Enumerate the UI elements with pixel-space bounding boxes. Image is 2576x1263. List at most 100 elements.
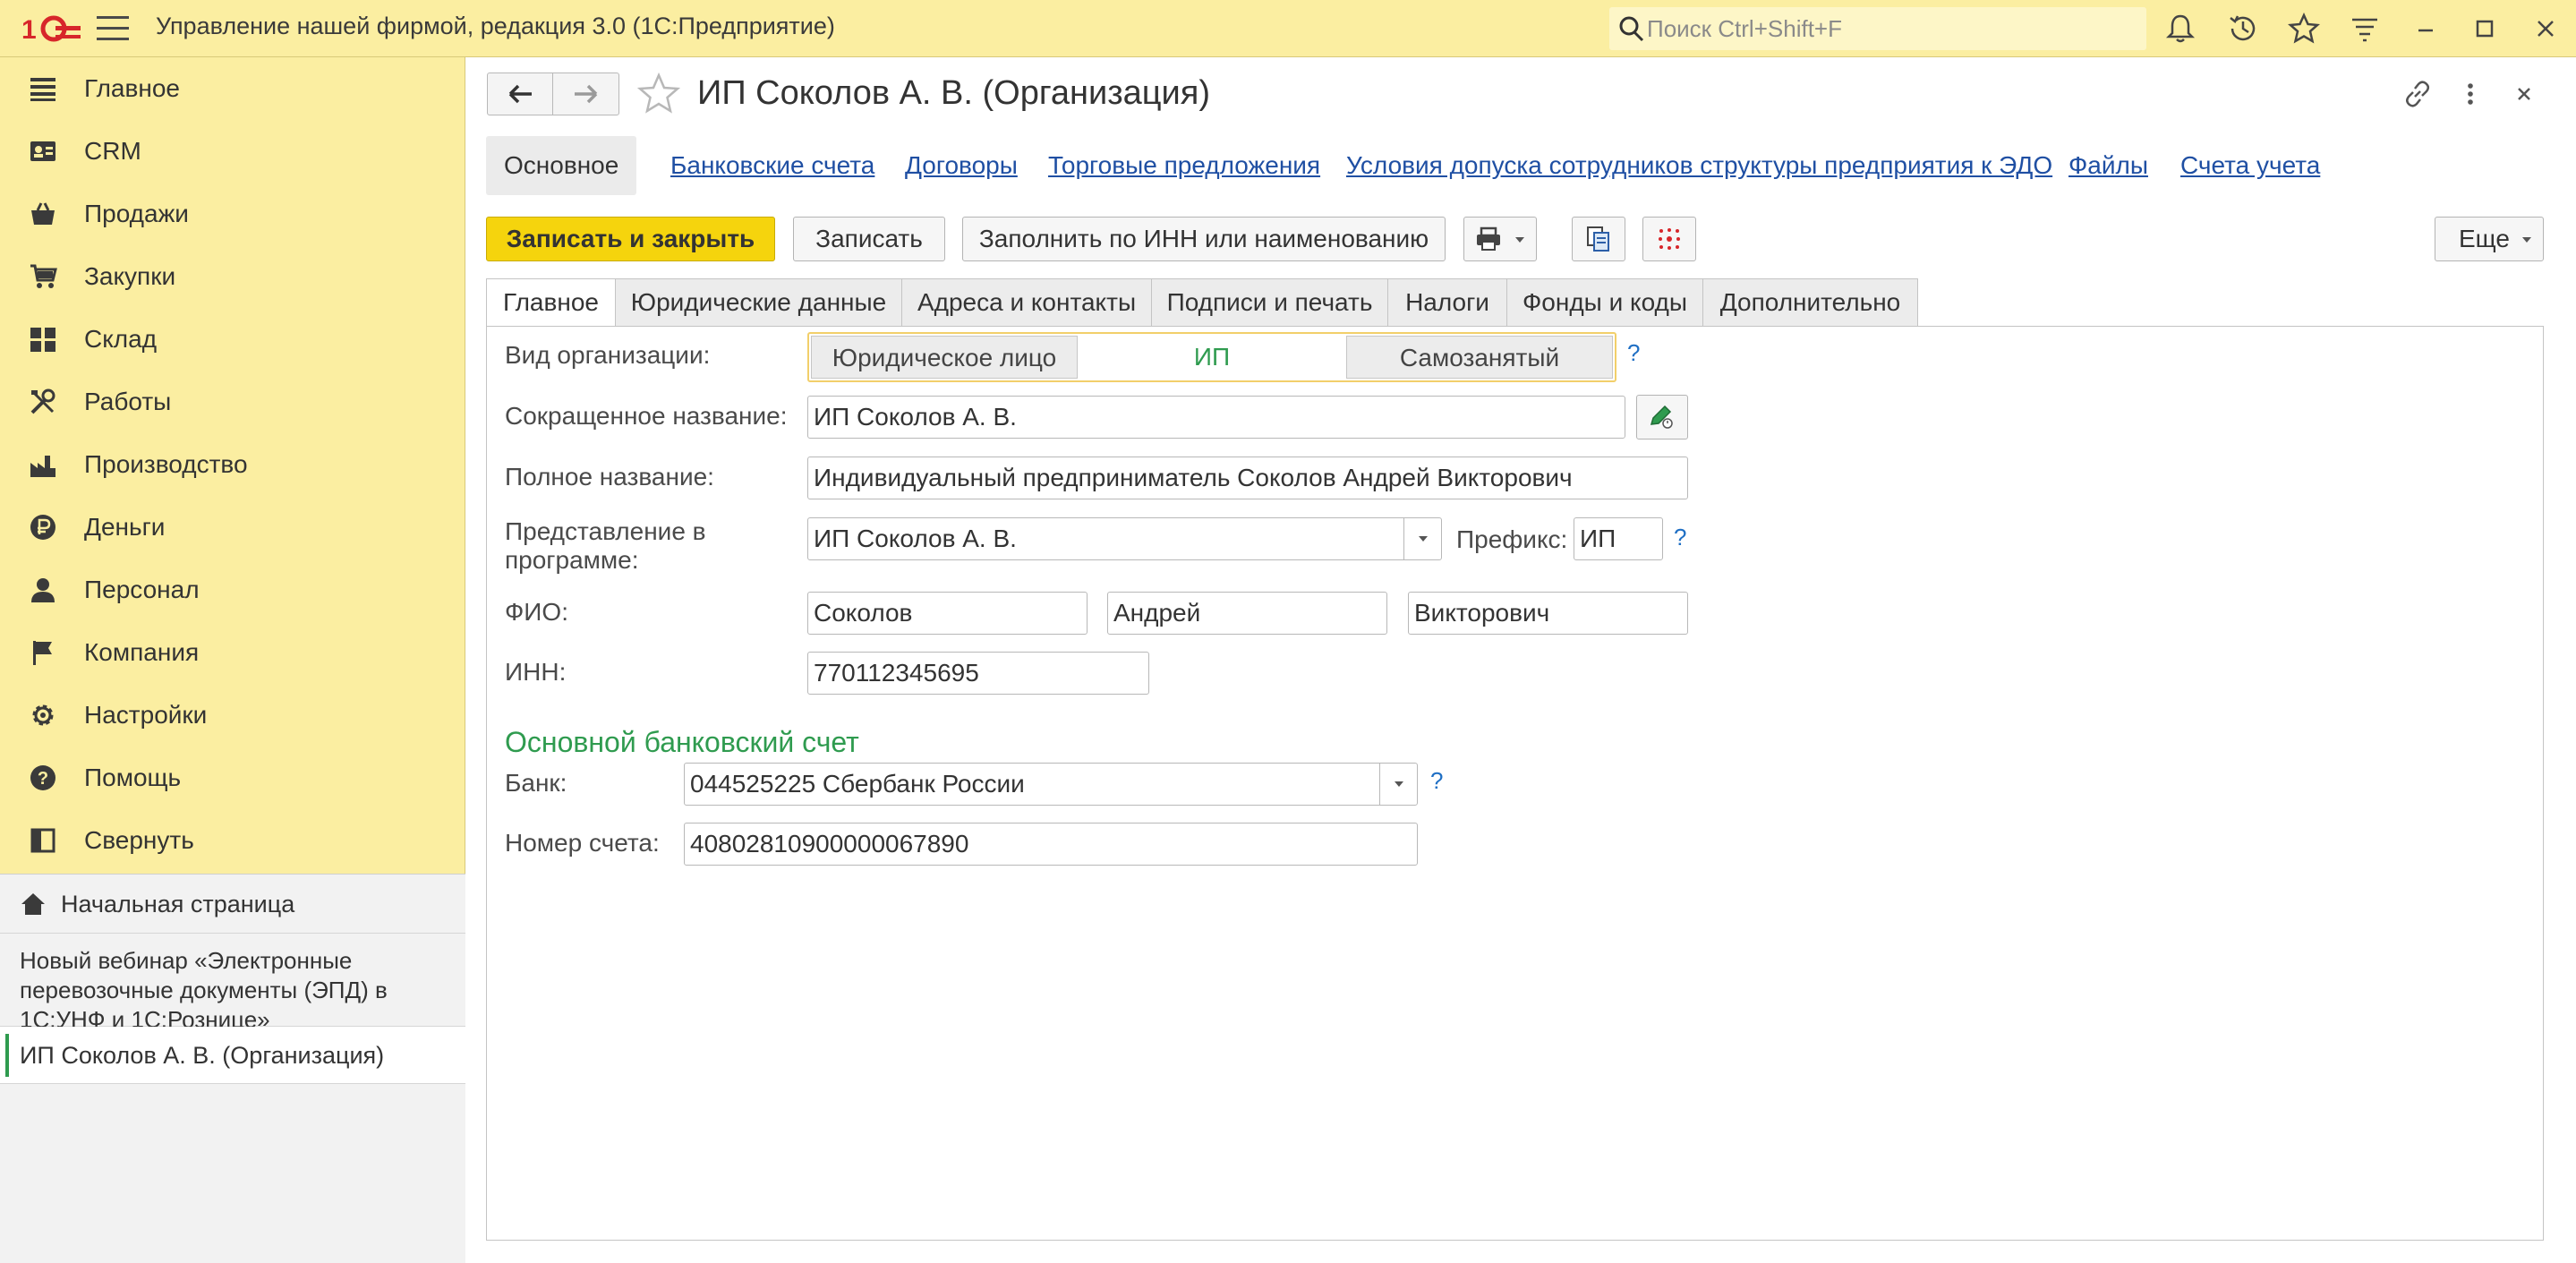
sidebar-item-label: CRM	[84, 137, 141, 165]
crm-icon	[30, 141, 55, 161]
tab-panel-main: Вид организации: Юридическое лицо ИП Сам…	[486, 326, 2544, 1241]
prefix-label: Префикс:	[1456, 525, 1568, 553]
search-icon	[1619, 16, 1644, 42]
history-icon[interactable]	[2227, 13, 2259, 45]
sidebar-item-sales[interactable]: Продажи	[0, 183, 465, 245]
sidebar-item-company[interactable]: Компания	[0, 621, 465, 684]
tab-additional[interactable]: Дополнительно	[1703, 278, 1918, 327]
subnav-contracts[interactable]: Договоры	[905, 136, 1018, 195]
more-button[interactable]: Еще	[2435, 217, 2544, 261]
display-name-dropdown[interactable]	[1403, 518, 1441, 559]
tab-signatures[interactable]: Подписи и печать	[1152, 278, 1388, 327]
sidebar-item-label: Настройки	[84, 701, 208, 729]
print-button[interactable]	[1463, 217, 1537, 261]
star-icon[interactable]	[2288, 13, 2320, 45]
sidebar-item-help[interactable]: ? Помощь	[0, 747, 465, 809]
open-document-item[interactable]: ИП Соколов А. В. (Организация)	[0, 1027, 465, 1084]
search-box[interactable]	[1609, 7, 2146, 50]
sidebar-item-label: Деньги	[84, 513, 166, 541]
create-based-on-button[interactable]	[1572, 217, 1625, 261]
history-nav	[487, 73, 619, 115]
close-form-icon[interactable]	[2507, 77, 2541, 111]
webinar-item[interactable]: Новый вебинар «Электронные перевозочные …	[0, 934, 465, 1033]
sidebar-item-production[interactable]: Производство	[0, 433, 465, 496]
help-icon: ?	[30, 765, 55, 790]
edit-name-button[interactable]	[1636, 395, 1688, 439]
sidebar-item-purchases[interactable]: Закупки	[0, 245, 465, 308]
tab-funds-codes[interactable]: Фонды и коды	[1507, 278, 1703, 327]
sidebar-item-warehouse[interactable]: Склад	[0, 308, 465, 371]
short-name-input[interactable]: ИП Соколов А. В.	[807, 396, 1625, 439]
subnav-accounts[interactable]: Счета учета	[2180, 136, 2320, 195]
1c-logo-icon[interactable]: 1	[20, 11, 81, 47]
favorite-star-icon[interactable]	[636, 72, 681, 116]
inn-label: ИНН:	[505, 658, 567, 686]
org-type-option-ip[interactable]: ИП	[1078, 336, 1346, 379]
forward-button[interactable]	[554, 73, 619, 115]
sidebar-item-works[interactable]: Работы	[0, 371, 465, 433]
full-name-label: Полное название:	[505, 463, 714, 491]
org-type-selector[interactable]: Юридическое лицо ИП Самозанятый	[807, 332, 1616, 382]
more-vertical-icon[interactable]	[2453, 77, 2487, 111]
first-name-input[interactable]: Андрей	[1107, 592, 1387, 635]
bell-icon[interactable]	[2164, 13, 2196, 45]
sidebar-item-settings[interactable]: Настройки	[0, 684, 465, 747]
display-name-value: ИП Соколов А. В.	[814, 525, 1017, 552]
subnav-bank-accounts[interactable]: Банковские счета	[670, 136, 874, 195]
display-name-input[interactable]: ИП Соколов А. В.	[807, 517, 1442, 560]
bank-input[interactable]: 044525225 Сбербанк России	[684, 763, 1418, 806]
bank-help[interactable]: ?	[1430, 767, 1443, 795]
prefix-help[interactable]: ?	[1674, 524, 1686, 551]
subnav-trade-offers[interactable]: Торговые предложения	[1048, 136, 1320, 195]
sidebar-item-label: Помощь	[84, 764, 182, 791]
subnav-files[interactable]: Файлы	[2068, 136, 2148, 195]
warehouse-icon	[30, 328, 55, 352]
inn-input[interactable]: 770112345695	[807, 652, 1149, 695]
subnav-main[interactable]: Основное	[486, 136, 637, 195]
filter-icon[interactable]	[2349, 13, 2381, 45]
save-and-close-button[interactable]: Записать и закрыть	[486, 217, 775, 261]
menu-icon[interactable]	[97, 16, 129, 41]
middle-name-input[interactable]: Викторович	[1408, 592, 1688, 635]
fill-by-inn-button[interactable]: Заполнить по ИНН или наименованию	[962, 217, 1446, 261]
sidebar-item-personnel[interactable]: Персонал	[0, 559, 465, 621]
home-page-item[interactable]: Начальная страница	[0, 875, 465, 934]
tab-legal-data[interactable]: Юридические данные	[616, 278, 902, 327]
sidebar-item-label: Закупки	[84, 262, 176, 290]
tab-addresses[interactable]: Адреса и контакты	[902, 278, 1152, 327]
maximize-icon[interactable]	[2469, 13, 2501, 45]
sidebar-item-label: Продажи	[84, 200, 189, 227]
subnav-edo-access[interactable]: Условия допуска сотрудников структуры пр…	[1346, 136, 2052, 195]
active-indicator	[5, 1034, 9, 1077]
edit-pencil-icon	[1650, 405, 1673, 429]
sidebar-item-money[interactable]: Деньги	[0, 496, 465, 559]
sidebar-item-label: Персонал	[84, 576, 200, 603]
org-type-option-selfemployed[interactable]: Самозанятый	[1346, 336, 1613, 379]
dropdown-arrow-icon	[2522, 237, 2531, 243]
tab-main[interactable]: Главное	[486, 278, 616, 327]
close-window-icon[interactable]	[2529, 13, 2562, 45]
sidebar: Главное CRM Продажи Закупки Склад Работы…	[0, 57, 465, 1263]
last-name-input[interactable]: Соколов	[807, 592, 1088, 635]
sidebar-item-main[interactable]: Главное	[0, 57, 465, 120]
sidebar-item-crm[interactable]: CRM	[0, 120, 465, 183]
prefix-input[interactable]: ИП	[1574, 517, 1663, 560]
link-icon[interactable]	[2401, 77, 2435, 111]
org-type-help[interactable]: ?	[1627, 339, 1640, 367]
search-input[interactable]	[1647, 13, 2130, 45]
org-type-option-legal[interactable]: Юридическое лицо	[811, 336, 1078, 379]
full-name-input[interactable]: Индивидуальный предприниматель Соколов А…	[807, 457, 1688, 499]
back-button[interactable]	[488, 73, 553, 115]
minimize-icon[interactable]	[2410, 13, 2442, 45]
sidebar-item-label: Производство	[84, 450, 248, 478]
save-button[interactable]: Записать	[793, 217, 945, 261]
account-number-input[interactable]: 40802810900000067890	[684, 823, 1418, 866]
tab-taxes[interactable]: Налоги	[1388, 278, 1507, 327]
sidebar-item-label: Главное	[84, 74, 180, 102]
bank-value: 044525225 Сбербанк России	[690, 770, 1025, 798]
cart-icon	[30, 264, 57, 288]
sidebar-item-collapse[interactable]: Свернуть	[0, 809, 465, 872]
structure-button[interactable]	[1642, 217, 1696, 261]
bank-dropdown[interactable]	[1379, 764, 1417, 805]
person-icon	[31, 578, 55, 602]
